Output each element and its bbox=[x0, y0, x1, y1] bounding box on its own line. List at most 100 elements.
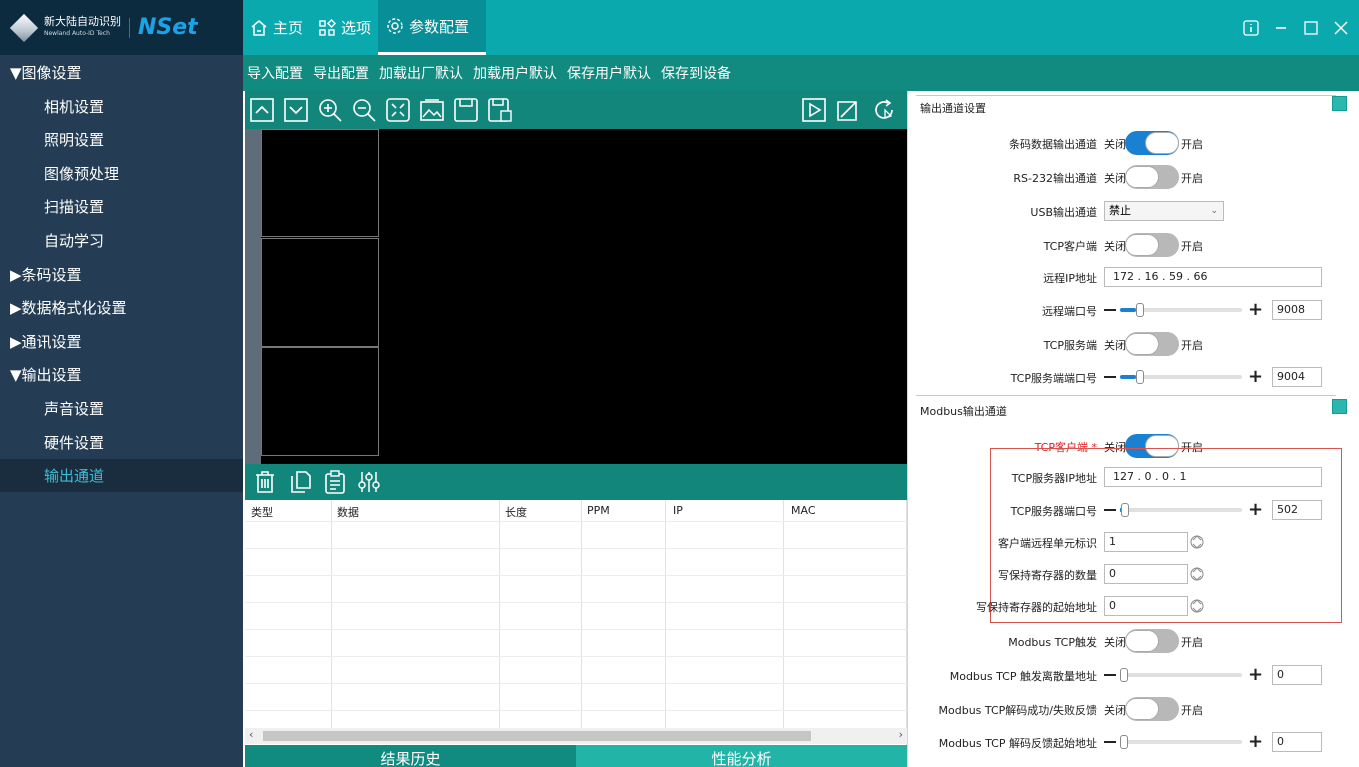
slider-track[interactable] bbox=[1120, 673, 1242, 677]
sidebar-item[interactable]: ▶数据格式化设置 bbox=[0, 291, 243, 324]
tab-result-history[interactable]: 结果历史 bbox=[245, 745, 576, 767]
thumbnail-slot[interactable] bbox=[261, 129, 379, 237]
plus-icon[interactable]: + bbox=[1248, 666, 1263, 684]
usb-output-select[interactable]: 禁止 ⌄ bbox=[1104, 201, 1224, 221]
tab-performance-analysis[interactable]: 性能分析 bbox=[576, 745, 907, 767]
image-viewer[interactable] bbox=[381, 129, 907, 464]
zoom-in-icon[interactable] bbox=[317, 97, 343, 123]
sidebar-item[interactable]: ▼输出设置 bbox=[0, 358, 243, 391]
modbus-trigger-toggle[interactable] bbox=[1125, 629, 1179, 653]
sidebar-item[interactable]: 自动学习 bbox=[0, 224, 243, 257]
play-icon[interactable] bbox=[801, 97, 827, 123]
plus-icon[interactable]: + bbox=[1248, 501, 1263, 519]
holding-addr-input[interactable]: 0 bbox=[1104, 596, 1188, 616]
trash-icon[interactable] bbox=[253, 470, 277, 494]
minimize-icon[interactable] bbox=[1273, 20, 1289, 36]
refresh-icon[interactable] bbox=[871, 97, 897, 123]
trigger-addr-value[interactable]: 0 bbox=[1272, 665, 1322, 685]
tab-config[interactable]: 参数配置 bbox=[378, 0, 486, 55]
export-config-button[interactable]: 导出配置 bbox=[313, 63, 369, 83]
thumbnail-slot[interactable] bbox=[261, 347, 379, 456]
tab-home[interactable]: 主页 bbox=[250, 0, 303, 55]
plus-icon[interactable]: + bbox=[1248, 733, 1263, 751]
column-header-type[interactable]: 类型 bbox=[251, 504, 273, 520]
collapse-toggle-icon[interactable] bbox=[1332, 399, 1347, 414]
sidebar-item[interactable]: ▶通讯设置 bbox=[0, 325, 243, 358]
feedback-addr-value[interactable]: 0 bbox=[1272, 732, 1322, 752]
rs232-toggle[interactable] bbox=[1125, 165, 1179, 189]
unit-id-input[interactable]: 1 bbox=[1104, 532, 1188, 552]
sidebar-item[interactable]: ▼图像设置 bbox=[0, 56, 243, 89]
remote-ip-input[interactable]: 172 . 16 . 59 . 66 bbox=[1104, 267, 1322, 287]
minus-icon[interactable] bbox=[1104, 509, 1116, 511]
column-header-length[interactable]: 长度 bbox=[505, 504, 527, 520]
tcp-server-toggle[interactable] bbox=[1125, 332, 1179, 356]
spinner-icon[interactable] bbox=[1190, 564, 1204, 584]
slider-thumb[interactable] bbox=[1120, 668, 1128, 682]
slider-thumb[interactable] bbox=[1136, 370, 1144, 384]
minus-icon[interactable] bbox=[1104, 376, 1116, 378]
server-port-value[interactable]: 502 bbox=[1272, 500, 1322, 520]
remote-port-slider[interactable]: + bbox=[1104, 300, 1276, 320]
chevron-down-icon[interactable] bbox=[283, 97, 309, 123]
sidebar-item[interactable]: 输出通道 bbox=[0, 459, 243, 493]
thumbnail-scrollbar[interactable] bbox=[245, 129, 261, 464]
spinner-icon[interactable] bbox=[1190, 596, 1204, 616]
thumbnail-slot[interactable] bbox=[261, 238, 379, 347]
slider-thumb[interactable] bbox=[1120, 735, 1128, 749]
clipboard-icon[interactable] bbox=[323, 470, 347, 494]
scroll-thumb[interactable] bbox=[263, 731, 811, 741]
plus-icon[interactable]: + bbox=[1248, 368, 1263, 386]
barcode-output-toggle[interactable] bbox=[1125, 131, 1179, 155]
slider-thumb[interactable] bbox=[1136, 303, 1144, 317]
import-config-button[interactable]: 导入配置 bbox=[247, 63, 303, 83]
thumbnail-strip[interactable] bbox=[245, 129, 381, 464]
tcp-server-port-value[interactable]: 9004 bbox=[1272, 367, 1322, 387]
load-user-default-button[interactable]: 加载用户默认 bbox=[473, 63, 557, 83]
trigger-addr-slider[interactable]: + bbox=[1104, 665, 1276, 685]
spinner-icon[interactable] bbox=[1190, 532, 1204, 552]
column-header-data[interactable]: 数据 bbox=[337, 504, 359, 520]
slider-track[interactable] bbox=[1120, 508, 1242, 512]
maximize-icon[interactable] bbox=[1303, 20, 1319, 36]
sidebar-item[interactable]: ▶条码设置 bbox=[0, 258, 243, 291]
minus-icon[interactable] bbox=[1104, 674, 1116, 676]
minus-icon[interactable] bbox=[1104, 309, 1116, 311]
plus-icon[interactable]: + bbox=[1248, 301, 1263, 319]
tcp-server-port-slider[interactable]: + bbox=[1104, 367, 1276, 387]
column-header-ppm[interactable]: PPM bbox=[587, 504, 610, 517]
chevron-up-icon[interactable] bbox=[249, 97, 275, 123]
settings-sliders-icon[interactable] bbox=[357, 470, 381, 494]
save-icon[interactable] bbox=[453, 97, 479, 123]
image-icon[interactable] bbox=[419, 97, 445, 123]
server-ip-input[interactable]: 127 . 0 . 0 . 1 bbox=[1104, 467, 1322, 487]
slider-track[interactable] bbox=[1120, 740, 1242, 744]
server-port-slider[interactable]: + bbox=[1104, 500, 1276, 520]
save-as-icon[interactable] bbox=[487, 97, 513, 123]
sidebar-item[interactable]: 扫描设置 bbox=[0, 190, 243, 223]
feedback-toggle[interactable] bbox=[1125, 697, 1179, 721]
scroll-right-icon[interactable]: › bbox=[899, 728, 903, 741]
feedback-addr-slider[interactable]: + bbox=[1104, 732, 1276, 752]
column-header-ip[interactable]: IP bbox=[673, 504, 683, 517]
sidebar-item[interactable]: 图像预处理 bbox=[0, 157, 243, 190]
tab-options[interactable]: 选项 bbox=[318, 0, 371, 55]
sidebar-item[interactable]: 硬件设置 bbox=[0, 426, 243, 459]
slider-thumb[interactable] bbox=[1121, 503, 1129, 517]
sidebar-item[interactable]: 照明设置 bbox=[0, 123, 243, 156]
close-icon[interactable] bbox=[1333, 20, 1349, 36]
remote-port-value[interactable]: 9008 bbox=[1272, 300, 1322, 320]
minus-icon[interactable] bbox=[1104, 741, 1116, 743]
save-user-default-button[interactable]: 保存用户默认 bbox=[567, 63, 651, 83]
scroll-left-icon[interactable]: ‹ bbox=[249, 728, 253, 741]
info-icon[interactable] bbox=[1243, 19, 1259, 36]
result-horizontal-scrollbar[interactable]: ‹ › bbox=[245, 728, 907, 744]
crop-icon[interactable] bbox=[835, 97, 861, 123]
zoom-out-icon[interactable] bbox=[351, 97, 377, 123]
fit-screen-icon[interactable] bbox=[385, 97, 411, 123]
holding-count-input[interactable]: 0 bbox=[1104, 564, 1188, 584]
column-header-mac[interactable]: MAC bbox=[791, 504, 816, 517]
sidebar-item[interactable]: 相机设置 bbox=[0, 90, 243, 123]
load-factory-default-button[interactable]: 加载出厂默认 bbox=[379, 63, 463, 83]
save-to-device-button[interactable]: 保存到设备 bbox=[661, 63, 731, 83]
